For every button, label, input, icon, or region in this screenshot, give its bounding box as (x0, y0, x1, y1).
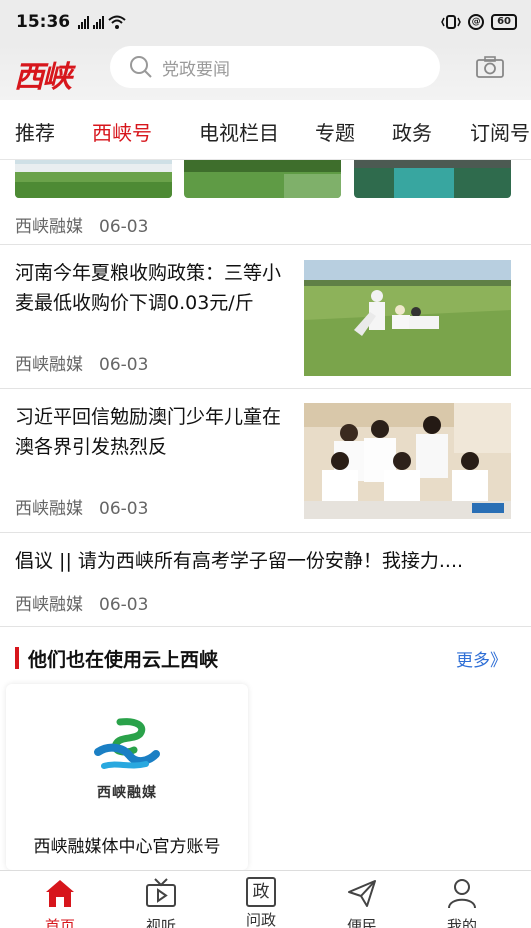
account-logo-text: 西峡融媒 (97, 785, 157, 801)
user-icon (448, 879, 476, 909)
search-icon (130, 56, 152, 78)
news-date: 06-03 (99, 355, 149, 375)
news-date: 06-03 (99, 217, 149, 237)
news-meta: 西峡融媒 06-03 (15, 350, 148, 375)
tab-xixia-hao[interactable]: 西峡号 (92, 117, 152, 146)
app-logo[interactable]: 西峡 (14, 52, 72, 96)
channel-tabs: 推荐 西峡号 电视栏目 专题 政务 订阅号 (0, 100, 531, 160)
divider (0, 626, 531, 627)
nav-label: 问政 (245, 911, 276, 928)
xixia-media-logo-icon (94, 718, 160, 769)
account-card[interactable]: 西峡融媒 西峡融媒体中心官方账号 (6, 684, 248, 870)
tab-tv-programs[interactable]: 电视栏目 (199, 117, 279, 146)
status-bar: 15:36 @ 60 (0, 0, 531, 44)
zheng-icon: 政 (246, 877, 276, 907)
nav-services[interactable]: 便民 (332, 877, 392, 928)
nav-home[interactable]: 首页 (30, 877, 90, 928)
news-meta: 西峡融媒 06-03 (15, 212, 148, 237)
vibrate-icon (441, 15, 461, 29)
news-title[interactable]: 河南今年夏粮收购政策：三等小麦最低收购价下调0.03元/斤 (15, 258, 290, 318)
section-title: 他们也在使用云上西峡 (28, 649, 219, 671)
news-thumbnail[interactable] (304, 403, 511, 519)
account-name: 西峡融媒体中心官方账号 (33, 837, 221, 857)
news-thumbnail[interactable] (354, 160, 511, 198)
news-thumbnail[interactable] (15, 160, 172, 198)
news-date: 06-03 (99, 499, 149, 519)
news-date: 06-03 (99, 595, 149, 615)
news-title[interactable]: 倡议 || 请为西峡所有高考学子留一份安静！我接力.... (15, 546, 515, 576)
signal-icon (78, 15, 90, 29)
nav-politics[interactable]: 政 问政 (231, 877, 291, 928)
camera-icon[interactable] (476, 56, 504, 78)
news-source: 西峡融媒 (15, 217, 83, 237)
divider (0, 244, 531, 245)
tab-government[interactable]: 政务 (392, 117, 432, 146)
news-source: 西峡融媒 (15, 499, 83, 519)
status-time: 15:36 (16, 12, 71, 32)
nav-label: 便民 (346, 917, 377, 928)
nav-label: 视听 (145, 917, 176, 928)
news-source: 西峡融媒 (15, 595, 83, 615)
signal-icon (93, 15, 105, 29)
location-icon: @ (468, 14, 485, 30)
send-icon (348, 880, 376, 907)
nav-profile[interactable]: 我的 (432, 877, 492, 928)
divider (0, 388, 531, 389)
search-placeholder: 党政要闻 (162, 59, 230, 80)
bottom-nav: 首页 视听 政 问政 便民 我的 (0, 870, 531, 928)
nav-label: 首页 (44, 917, 75, 928)
divider (0, 532, 531, 533)
news-meta: 西峡融媒 06-03 (15, 494, 148, 519)
news-meta: 西峡融媒 06-03 (15, 590, 148, 615)
tab-subscriptions[interactable]: 订阅号 (470, 117, 530, 146)
news-thumbnail[interactable] (304, 260, 511, 376)
news-source: 西峡融媒 (15, 355, 83, 375)
tab-topics[interactable]: 专题 (315, 117, 355, 146)
battery-icon: 60 (491, 14, 517, 30)
search-input[interactable]: 党政要闻 (110, 46, 440, 88)
more-link[interactable]: 更多》 (456, 646, 507, 671)
nav-video[interactable]: 视听 (131, 877, 191, 928)
section-accent-bar (15, 647, 19, 669)
section-header: 他们也在使用云上西峡 更多》 (0, 634, 531, 678)
wifi-icon (108, 15, 126, 29)
tv-icon (146, 878, 176, 907)
news-thumbnail[interactable] (184, 160, 341, 198)
home-icon (46, 880, 74, 907)
status-right-icons: @ 60 (441, 14, 517, 30)
news-title[interactable]: 习近平回信勉励澳门少年儿童在澳各界引发热烈反 (15, 402, 290, 462)
tab-recommend[interactable]: 推荐 (15, 117, 55, 146)
status-left-icons (78, 15, 126, 29)
app-header: 西峡 党政要闻 (0, 44, 531, 100)
nav-label: 我的 (446, 917, 477, 928)
